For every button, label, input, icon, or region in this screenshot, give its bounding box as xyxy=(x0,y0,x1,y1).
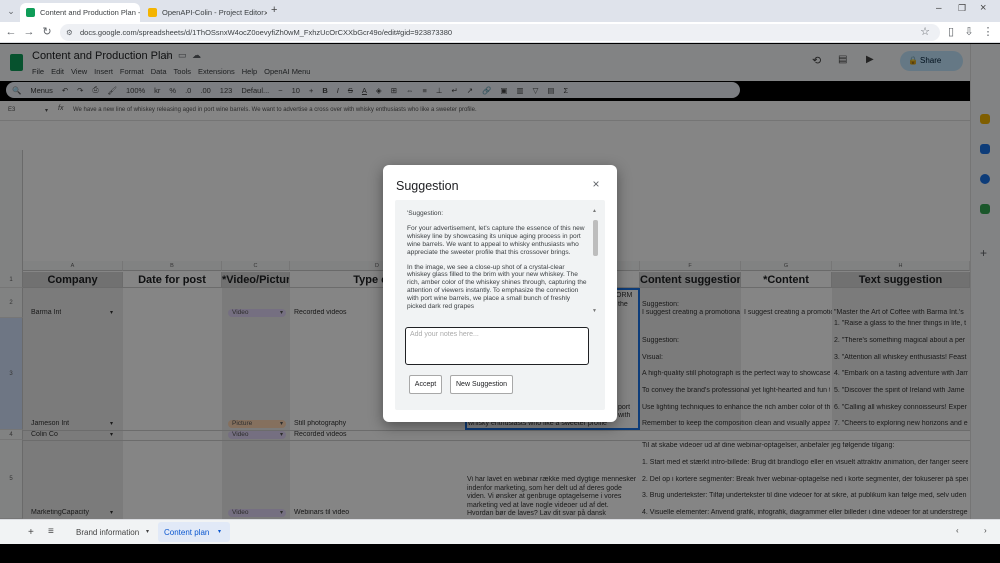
tab-title: OpenAPI-Colin - Project Editor xyxy=(162,8,264,17)
add-sheet-button[interactable]: + xyxy=(28,527,34,538)
download-icon[interactable]: ⇩ xyxy=(962,25,976,39)
notes-input[interactable] xyxy=(405,327,589,365)
tab-search-icon[interactable]: ⌄ xyxy=(4,4,18,18)
close-icon[interactable]: × xyxy=(589,177,603,191)
close-tab-icon[interactable]: × xyxy=(264,8,267,18)
scrollbar-thumb[interactable] xyxy=(593,220,598,256)
address-bar-row: ← → ↻ ⚙ docs.google.com/spreadsheets/d/1… xyxy=(0,22,1000,43)
browser-tab-apps-script[interactable]: OpenAPI-Colin - Project Editor × xyxy=(142,3,267,22)
sheet-tab-menu-icon[interactable]: ▾ xyxy=(218,528,221,535)
scroll-left-icon[interactable]: ‹ xyxy=(956,526,959,535)
scroll-down-icon[interactable]: ▼ xyxy=(592,308,597,314)
scroll-up-icon[interactable]: ▲ xyxy=(592,208,597,214)
sheet-tabs-bar: + ≡ Brand information ▾ Content plan ▾ ‹… xyxy=(0,519,1000,544)
tab-title: Content and Production Plan - xyxy=(40,8,140,17)
scroll-right-icon[interactable]: › xyxy=(984,526,987,535)
sheet-tab-content-plan[interactable]: Content plan ▾ xyxy=(158,522,230,542)
suggestion-label: 'Suggestion: xyxy=(407,210,444,217)
forward-icon[interactable]: → xyxy=(22,25,36,39)
back-icon[interactable]: ← xyxy=(4,25,18,39)
suggestion-paragraph: For your advertisement, let's capture th… xyxy=(407,224,585,256)
dialog-title: Suggestion xyxy=(396,179,459,193)
side-panel-icon[interactable]: ▯ xyxy=(944,25,958,39)
suggestion-paragraph: In the image, we see a close-up shot of … xyxy=(407,263,587,311)
bookmark-star-icon[interactable]: ☆ xyxy=(918,25,932,39)
browser-tab-bar: ⌄ Content and Production Plan - × OpenAP… xyxy=(0,0,1000,22)
new-tab-button[interactable]: + xyxy=(271,4,277,16)
all-sheets-button[interactable]: ≡ xyxy=(48,526,54,537)
reload-icon[interactable]: ↻ xyxy=(40,25,54,39)
new-suggestion-button[interactable]: New Suggestion xyxy=(450,375,513,394)
restore-icon[interactable]: ❐ xyxy=(958,3,966,14)
dialog-body: 'Suggestion: For your advertisement, let… xyxy=(395,200,605,410)
screen-border xyxy=(0,544,1000,563)
url-text: docs.google.com/spreadsheets/d/1ThOSsnxW… xyxy=(80,28,453,37)
sheet-tab-label: Content plan xyxy=(164,528,210,537)
sheet-tab-brand-information[interactable]: Brand information xyxy=(76,528,139,537)
suggestion-text-box[interactable]: 'Suggestion: For your advertisement, let… xyxy=(407,210,589,314)
close-window-icon[interactable]: × xyxy=(980,2,986,14)
suggestion-scrollbar[interactable]: ▲ ▼ xyxy=(591,208,599,314)
apps-script-icon xyxy=(148,8,157,17)
browser-tab-sheets[interactable]: Content and Production Plan - × xyxy=(20,3,140,22)
minimize-icon[interactable]: – xyxy=(936,3,942,14)
suggestion-dialog: Suggestion × 'Suggestion: For your adver… xyxy=(383,165,617,422)
accept-button[interactable]: Accept xyxy=(409,375,442,394)
site-info-icon[interactable]: ⚙ xyxy=(66,24,73,41)
url-field[interactable]: ⚙ docs.google.com/spreadsheets/d/1ThOSsn… xyxy=(60,24,940,41)
browser-menu-icon[interactable]: ⋮ xyxy=(981,25,995,39)
sheets-icon xyxy=(26,8,35,17)
sheet-tab-menu-icon[interactable]: ▾ xyxy=(146,528,149,535)
